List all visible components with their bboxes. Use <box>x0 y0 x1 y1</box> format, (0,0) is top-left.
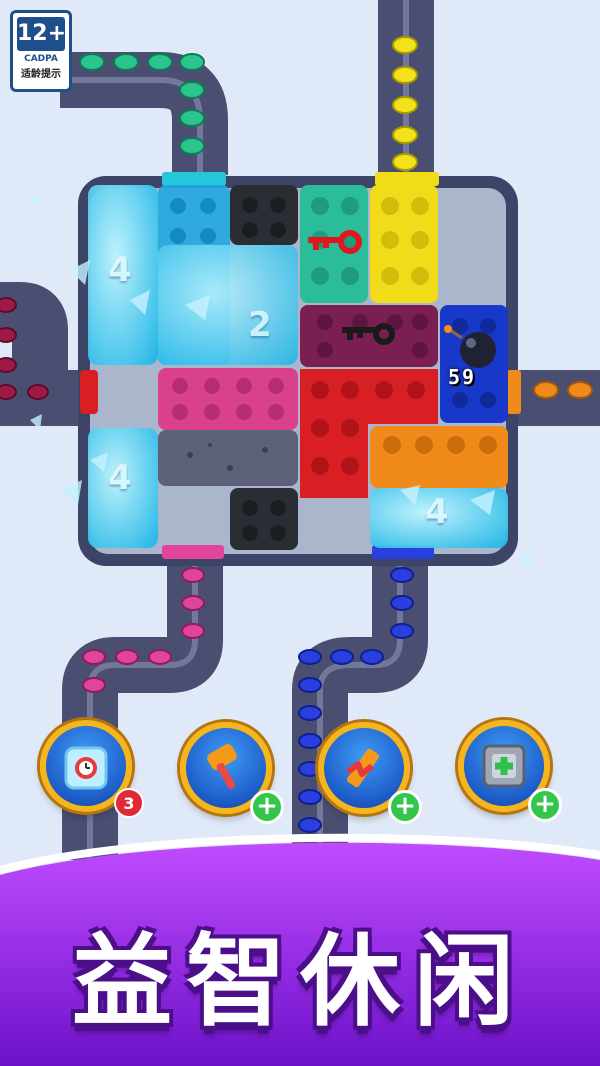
orange-gate <box>507 370 521 414</box>
promo-title: 益智休闲 <box>72 923 528 1040</box>
age-rating-label: 12+ <box>17 17 66 51</box>
game-screen: 12+ CADPA 适龄提示 4 2 4 4 59 3 + + + 益智休闲 <box>0 0 600 1066</box>
medkit-box-icon <box>482 744 526 788</box>
black-block-bottom[interactable] <box>230 488 298 550</box>
pink-gate <box>162 545 224 559</box>
age-rating-badge: 12+ CADPA 适龄提示 <box>10 10 72 92</box>
ice-cube-clock-icon <box>64 746 108 790</box>
saw-icon <box>346 748 380 788</box>
pink-block[interactable] <box>158 368 298 430</box>
red-gate <box>80 370 98 414</box>
freeze-count-badge: 3 <box>114 788 144 818</box>
yellow-block[interactable] <box>370 185 438 303</box>
ice-count-top-left: 4 <box>108 250 132 290</box>
saw-add-button[interactable]: + <box>388 790 422 824</box>
black-block-top[interactable] <box>230 185 298 245</box>
hammer-icon <box>207 744 237 790</box>
purple-block-locked[interactable] <box>300 305 438 367</box>
bomb-timer: 59 <box>448 365 477 389</box>
rating-tip-label: 适龄提示 <box>21 69 61 80</box>
cyan-gate <box>162 172 226 186</box>
ice-count-center: 2 <box>248 305 272 345</box>
yellow-gate <box>375 172 439 186</box>
rating-org-label: CADPA <box>24 54 58 64</box>
orange-block[interactable] <box>370 426 508 488</box>
ice-count-bottom-left: 4 <box>108 458 132 498</box>
gray-stone-block <box>158 430 298 486</box>
ice-count-bottom-right: 4 <box>425 492 449 532</box>
hammer-add-button[interactable]: + <box>250 790 284 824</box>
shuffle-box-add-button[interactable]: + <box>528 788 562 822</box>
